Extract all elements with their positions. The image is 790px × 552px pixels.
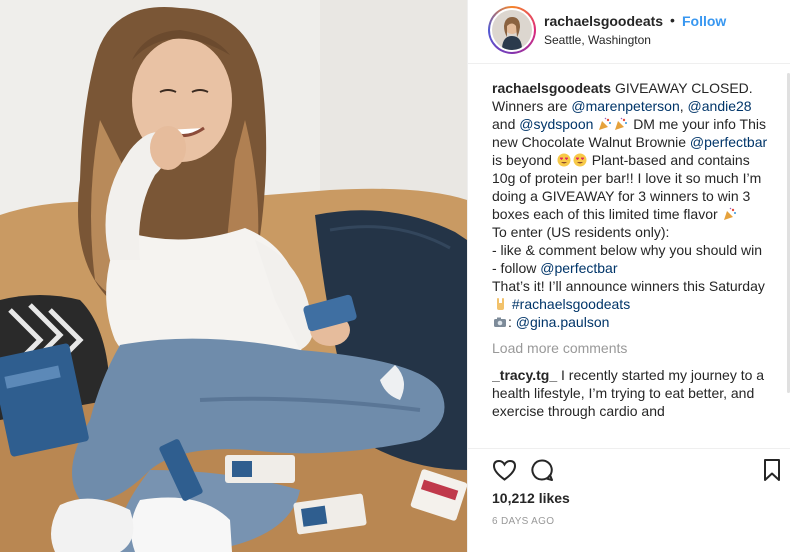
comments-list: rachaelsgoodeats GIVEAWAY CLOSED. Winner… xyxy=(492,79,772,454)
caption-text: , xyxy=(679,98,684,114)
caption-text: is beyond xyxy=(492,152,552,168)
comment-item: _tracy.tg_ I recently started my journey… xyxy=(492,366,772,420)
party-popper-icon xyxy=(723,207,736,220)
bookmark-icon[interactable] xyxy=(762,458,782,482)
photo-illustration xyxy=(0,0,467,552)
heart-icon[interactable] xyxy=(492,458,517,482)
comment-username[interactable]: _tracy.tg_ xyxy=(492,367,557,383)
load-more-comments-button[interactable]: Load more comments xyxy=(492,339,772,357)
comment-icon[interactable] xyxy=(530,458,555,482)
actions-divider xyxy=(468,448,790,449)
party-popper-icon xyxy=(615,117,628,130)
caption-text: To enter (US residents only): xyxy=(492,224,670,240)
story-ring[interactable] xyxy=(488,6,536,54)
like-count[interactable]: 10,212 likes xyxy=(492,490,570,506)
caption-text: and xyxy=(492,116,516,132)
mention-link[interactable]: @gina.paulson xyxy=(516,314,610,330)
caption-username[interactable]: rachaelsgoodeats xyxy=(492,80,611,96)
author-username[interactable]: rachaelsgoodeats xyxy=(544,13,663,29)
header-separator: • xyxy=(670,12,675,28)
post-sidebar: rachaelsgoodeats • Follow Seattle, Washi… xyxy=(467,0,790,552)
post-photo[interactable] xyxy=(0,0,467,552)
camera-icon xyxy=(494,317,506,327)
post-caption: rachaelsgoodeats GIVEAWAY CLOSED. Winner… xyxy=(492,80,768,330)
caption-text: - follow xyxy=(492,260,537,276)
avatar-image xyxy=(492,10,532,50)
post-actions xyxy=(492,458,782,484)
party-popper-icon xyxy=(599,117,612,130)
caption-text: That’s it! I’ll announce winners this Sa… xyxy=(492,278,765,294)
mention-link[interactable]: @perfectbar xyxy=(690,134,767,150)
heart-eyes-icon xyxy=(557,153,571,167)
heart-eyes-icon xyxy=(573,153,587,167)
caption-text: - like & comment below why you should wi… xyxy=(492,242,763,258)
rock-hand-icon xyxy=(497,298,504,310)
mention-link[interactable]: @perfectbar xyxy=(540,260,617,276)
follow-button[interactable]: Follow xyxy=(682,13,726,29)
hashtag-link[interactable]: #rachaelsgoodeats xyxy=(512,296,630,312)
location-link[interactable]: Seattle, Washington xyxy=(544,33,651,47)
post-header: rachaelsgoodeats • Follow Seattle, Washi… xyxy=(468,0,790,63)
avatar[interactable] xyxy=(490,8,534,52)
mention-link[interactable]: @marenpeterson xyxy=(571,98,679,114)
post-timestamp[interactable]: 6 DAYS AGO xyxy=(492,516,554,527)
mention-link[interactable]: @andie28 xyxy=(688,98,752,114)
header-divider xyxy=(468,63,790,64)
mention-link[interactable]: @sydspoon xyxy=(519,116,593,132)
